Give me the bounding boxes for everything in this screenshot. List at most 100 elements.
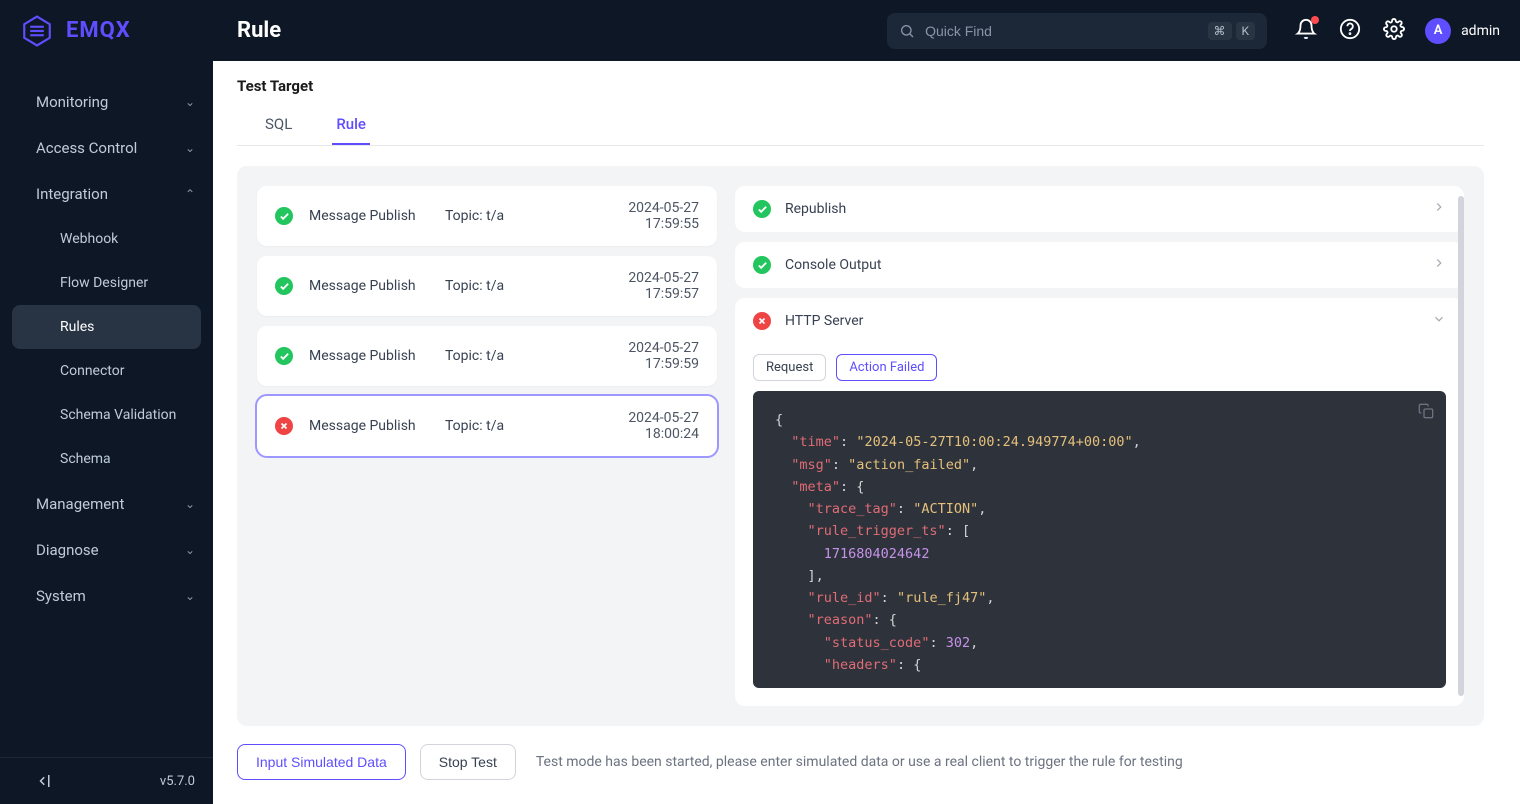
user-menu[interactable]: A admin xyxy=(1425,18,1500,44)
event-row[interactable]: Message Publish Topic: t/a 2024-05-27 18:0… xyxy=(257,396,717,456)
sidebar: Monitoring ⌄ Access Control ⌄ Integration ⌃ We… xyxy=(0,61,213,804)
brand-logo-icon xyxy=(20,14,54,48)
notifications-icon[interactable] xyxy=(1295,18,1317,44)
action-name: Console Output xyxy=(785,257,1418,273)
event-topic: Topic: t/a xyxy=(445,208,555,224)
page-title: Rule xyxy=(237,18,281,43)
scrollbar[interactable] xyxy=(1458,196,1464,696)
section-title: Test Target xyxy=(237,73,1484,105)
stop-test-button[interactable]: Stop Test xyxy=(420,744,516,780)
events-panel: Message Publish Topic: t/a 2024-05-27 17:5… xyxy=(257,186,717,706)
settings-icon[interactable] xyxy=(1383,18,1405,44)
version-label: v5.7.0 xyxy=(160,774,195,789)
footer-hint: Test mode has been started, please enter… xyxy=(536,754,1183,770)
x-circle-icon xyxy=(275,417,293,435)
sidebar-item-integration[interactable]: Integration ⌃ xyxy=(0,171,213,217)
footer-bar: Input Simulated Data Stop Test Test mode… xyxy=(237,726,1484,780)
check-circle-icon xyxy=(275,347,293,365)
search-icon xyxy=(899,23,915,39)
detail-tab-request[interactable]: Request xyxy=(753,354,826,381)
action-name: HTTP Server xyxy=(785,313,1418,329)
test-target-tabs: SQL Rule xyxy=(237,105,1484,146)
copy-icon[interactable] xyxy=(1418,403,1434,426)
event-topic: Topic: t/a xyxy=(445,348,555,364)
action-row-console-output[interactable]: Console Output xyxy=(735,242,1464,288)
chevron-down-icon: ⌄ xyxy=(185,589,195,603)
detail-tabs: Request Action Failed xyxy=(735,344,1464,391)
event-time: 2024-05-27 18:00:24 xyxy=(571,410,699,442)
sidebar-item-label: Monitoring xyxy=(36,93,108,111)
action-row-republish[interactable]: Republish xyxy=(735,186,1464,232)
sidebar-item-label: Access Control xyxy=(36,139,137,157)
search-input[interactable] xyxy=(925,23,1197,39)
event-name: Message Publish xyxy=(309,348,429,364)
sidebar-item-label: Connector xyxy=(60,363,124,379)
panels-area: Message Publish Topic: t/a 2024-05-27 17:5… xyxy=(237,166,1484,726)
sidebar-item-label: Rules xyxy=(60,319,94,335)
header: EMQX Rule ⌘ K A admin xyxy=(0,0,1520,61)
sidebar-item-label: Webhook xyxy=(60,231,118,247)
sidebar-item-label: Schema Validation xyxy=(60,407,176,423)
event-time: 2024-05-27 17:59:55 xyxy=(571,200,699,232)
check-circle-icon xyxy=(753,256,771,274)
chevron-down-icon: ⌄ xyxy=(185,95,195,109)
check-circle-icon xyxy=(275,207,293,225)
event-row[interactable]: Message Publish Topic: t/a 2024-05-27 17:5… xyxy=(257,326,717,386)
sidebar-item-label: Schema xyxy=(60,451,111,467)
action-row-http-server[interactable]: HTTP Server xyxy=(735,298,1464,344)
event-row[interactable]: Message Publish Topic: t/a 2024-05-27 17:5… xyxy=(257,256,717,316)
sidebar-item-management[interactable]: Management ⌄ xyxy=(0,481,213,527)
chevron-right-icon xyxy=(1432,256,1446,274)
event-name: Message Publish xyxy=(309,418,429,434)
sidebar-item-webhook[interactable]: Webhook xyxy=(0,217,213,261)
action-detail-panel: Request Action Failed { "time": "2024-05-2… xyxy=(735,344,1464,706)
action-name: Republish xyxy=(785,201,1418,217)
tab-rule[interactable]: Rule xyxy=(332,105,370,145)
event-time: 2024-05-27 17:59:59 xyxy=(571,340,699,372)
tab-sql[interactable]: SQL xyxy=(261,105,296,145)
sidebar-item-system[interactable]: System⌄ xyxy=(0,573,213,619)
code-block[interactable]: { "time": "2024-05-27T10:00:24.949774+00… xyxy=(753,391,1446,688)
sidebar-item-label: Integration xyxy=(36,185,108,203)
event-topic: Topic: t/a xyxy=(445,418,555,434)
event-name: Message Publish xyxy=(309,208,429,224)
sidebar-item-label: Management xyxy=(36,495,124,513)
actions-panel: Republish Console Output HTTP Server Reques… xyxy=(735,186,1464,706)
quick-find-search[interactable]: ⌘ K xyxy=(887,13,1267,49)
chevron-down-icon: ⌄ xyxy=(185,497,195,511)
brand-name: EMQX xyxy=(66,18,131,43)
sidebar-item-diagnose[interactable]: Diagnose ⌄ xyxy=(0,527,213,573)
chevron-down-icon: ⌄ xyxy=(185,141,195,155)
kbd-cmd: ⌘ xyxy=(1208,22,1232,40)
sidebar-item-connector[interactable]: Connector xyxy=(0,349,213,393)
chevron-down-icon xyxy=(1432,312,1446,330)
chevron-up-icon: ⌃ xyxy=(185,187,195,201)
event-time: 2024-05-27 17:59:57 xyxy=(571,270,699,302)
sidebar-item-rules[interactable]: Rules xyxy=(12,305,201,349)
sidebar-item-monitoring[interactable]: Monitoring ⌄ xyxy=(0,79,213,125)
check-circle-icon xyxy=(753,200,771,218)
chevron-right-icon xyxy=(1432,200,1446,218)
chevron-down-icon: ⌄ xyxy=(185,543,195,557)
sidebar-item-flow-designer[interactable]: Flow Designer xyxy=(0,261,213,305)
sidebar-item-label: Diagnose xyxy=(36,541,99,559)
check-circle-icon xyxy=(275,277,293,295)
sidebar-item-schema[interactable]: Schema xyxy=(0,437,213,481)
search-shortcut: ⌘ K xyxy=(1208,22,1256,40)
main-content: Test Target SQL Rule Message Publish Topi… xyxy=(213,61,1508,792)
avatar: A xyxy=(1425,18,1451,44)
input-simulated-data-button[interactable]: Input Simulated Data xyxy=(237,744,406,780)
event-name: Message Publish xyxy=(309,278,429,294)
sidebar-item-access-control[interactable]: Access Control ⌄ xyxy=(0,125,213,171)
event-topic: Topic: t/a xyxy=(445,278,555,294)
logo-area[interactable]: EMQX xyxy=(20,14,213,48)
username: admin xyxy=(1461,23,1500,39)
event-row[interactable]: Message Publish Topic: t/a 2024-05-27 17:5… xyxy=(257,186,717,246)
collapse-sidebar-icon[interactable] xyxy=(36,772,54,790)
kbd-k: K xyxy=(1236,22,1256,40)
x-circle-icon xyxy=(753,312,771,330)
notification-dot xyxy=(1311,16,1319,24)
detail-tab-action-failed[interactable]: Action Failed xyxy=(836,354,937,381)
help-icon[interactable] xyxy=(1339,18,1361,44)
sidebar-item-schema-validation[interactable]: Schema Validation xyxy=(0,393,213,437)
